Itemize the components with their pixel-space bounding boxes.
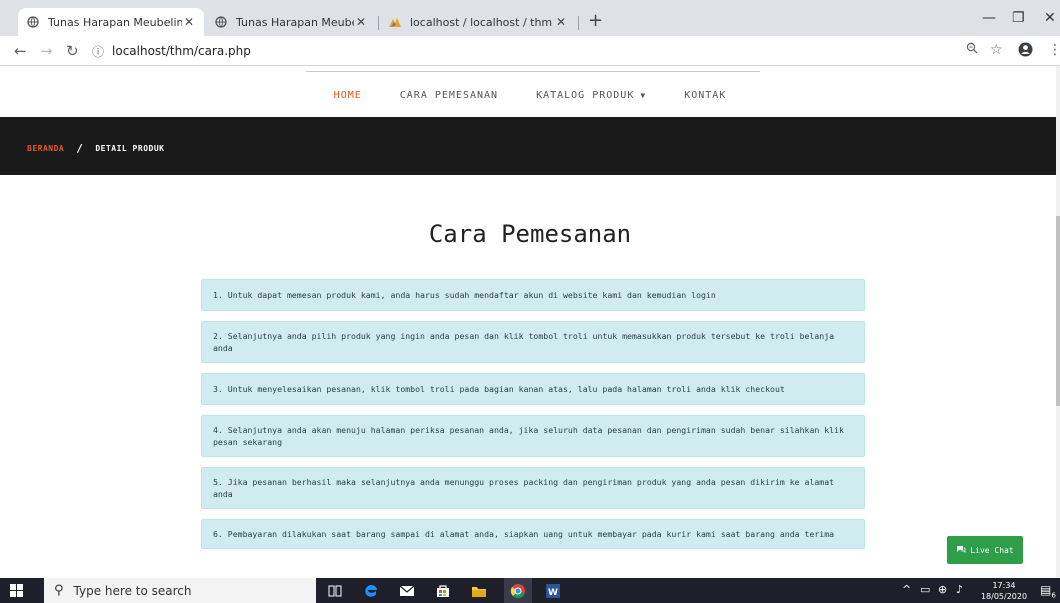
bookmark-star-icon[interactable]: ☆	[990, 42, 1003, 58]
nav-home[interactable]: HOME	[334, 90, 362, 101]
browser-tab-3[interactable]: localhost / localhost / thm / surv ✕	[380, 8, 576, 36]
steps-list: 1. Untuk dapat memesan produk kami, anda…	[201, 279, 865, 559]
windows-start-icon[interactable]	[10, 584, 24, 598]
volume-icon[interactable]: ♪	[956, 583, 963, 596]
main-nav: HOME CARA PEMESANAN KATALOG PRODUK ▼ KONT…	[0, 90, 1060, 101]
address-bar[interactable]: ⓘ localhost/thm/cara.php	[92, 40, 952, 62]
divider	[306, 71, 760, 72]
windows-taskbar: ⚲ Type here to search W ^ ▭ ⊕ ♪ 17:34 18…	[0, 578, 1060, 603]
tab-separator	[378, 16, 379, 30]
taskbar-search-input[interactable]: ⚲ Type here to search	[44, 578, 316, 603]
nav-katalog-produk[interactable]: KATALOG PRODUK ▼	[536, 90, 646, 101]
close-icon[interactable]: ✕	[554, 15, 568, 29]
step-item: 3. Untuk menyelesaikan pesanan, klik tom…	[201, 373, 865, 405]
clock-date: 18/05/2020	[980, 592, 1028, 601]
step-item: 2. Selanjutnya anda pilih produk yang in…	[201, 321, 865, 363]
nav-katalog-label: KATALOG PRODUK	[536, 90, 635, 101]
search-icon: ⚲	[54, 583, 64, 598]
battery-icon[interactable]: ▭	[920, 583, 930, 596]
step-item: 4. Selanjutnya anda akan menuju halaman …	[201, 415, 865, 457]
step-item: 6. Pembayaran dilakukan saat barang samp…	[201, 519, 865, 549]
step-item: 1. Untuk dapat memesan produk kami, anda…	[201, 279, 865, 311]
breadcrumb-separator: /	[76, 142, 84, 155]
browser-tab-1[interactable]: Tunas Harapan Meubelindo ✕	[18, 8, 204, 36]
tab-separator	[578, 16, 579, 30]
browser-toolbar: ← → ↻ ⓘ localhost/thm/cara.php ☆ ⋮	[0, 36, 1060, 66]
live-chat-label: Live Chat	[970, 545, 1014, 555]
minimize-icon[interactable]: —	[982, 10, 996, 26]
close-icon[interactable]: ✕	[354, 15, 368, 29]
step-item: 5. Jika pesanan berhasil maka selanjutny…	[201, 467, 865, 509]
web-page: HOME CARA PEMESANAN KATALOG PRODUK ▼ KONT…	[0, 66, 1060, 578]
file-explorer-icon[interactable]	[470, 582, 488, 600]
edge-browser-icon[interactable]	[362, 582, 380, 600]
notification-count: 6	[1051, 591, 1056, 600]
restore-icon[interactable]: ❐	[1012, 10, 1025, 26]
store-icon[interactable]	[434, 582, 452, 600]
page-banner: BERANDA / DETAIL PRODUK	[0, 117, 1060, 175]
tab-title: Tunas Harapan Meubelindo	[236, 15, 354, 29]
page-title: Cara Pemesanan	[428, 220, 632, 248]
nav-cara-pemesanan[interactable]: CARA PEMESANAN	[400, 90, 498, 101]
back-arrow-icon[interactable]: ←	[14, 42, 27, 60]
caret-down-icon: ▼	[640, 91, 647, 100]
chrome-icon[interactable]	[504, 578, 532, 603]
live-chat-button[interactable]: Live Chat	[947, 536, 1023, 564]
page-scrollbar[interactable]	[1056, 66, 1060, 578]
tab-title: localhost / localhost / thm / surv	[410, 15, 554, 29]
breadcrumb-current: DETAIL PRODUK	[95, 144, 165, 153]
browser-tab-strip: Tunas Harapan Meubelindo ✕ Tunas Harapan…	[0, 0, 1060, 36]
breadcrumb-home[interactable]: BERANDA	[27, 144, 64, 153]
forward-arrow-icon[interactable]: →	[40, 42, 53, 60]
task-view-icon[interactable]	[326, 582, 344, 600]
zoom-icon[interactable]	[966, 42, 978, 58]
browser-tab-2[interactable]: Tunas Harapan Meubelindo ✕	[206, 8, 376, 36]
taskbar-search-placeholder: Type here to search	[73, 583, 192, 598]
phpmyadmin-icon	[388, 15, 402, 29]
svg-text:W: W	[548, 588, 558, 598]
breadcrumb: BERANDA / DETAIL PRODUK	[27, 142, 164, 155]
close-icon[interactable]: ✕	[182, 15, 196, 29]
notification-center-icon[interactable]: ▤6	[1040, 583, 1056, 599]
new-tab-plus-icon[interactable]: +	[588, 10, 603, 31]
tray-chevron-up-icon[interactable]: ^	[902, 583, 911, 596]
window-close-icon[interactable]: ✕	[1044, 10, 1056, 26]
taskbar-clock[interactable]: 17:34 18/05/2020	[978, 580, 1030, 602]
chat-bubble-icon	[956, 545, 966, 555]
scrollbar-thumb[interactable]	[1056, 216, 1060, 406]
network-icon[interactable]: ⊕	[938, 583, 947, 596]
mail-icon[interactable]	[398, 582, 416, 600]
globe-icon	[26, 15, 40, 29]
clock-time: 17:34	[992, 581, 1016, 590]
globe-icon	[214, 15, 228, 29]
reload-icon[interactable]: ↻	[66, 42, 79, 60]
account-avatar-icon[interactable]	[1018, 42, 1033, 61]
tab-title: Tunas Harapan Meubelindo	[48, 15, 182, 29]
url-text: localhost/thm/cara.php	[112, 44, 251, 58]
menu-dots-icon[interactable]: ⋮	[1048, 42, 1060, 58]
info-icon[interactable]: ⓘ	[92, 43, 104, 60]
nav-kontak[interactable]: KONTAK	[684, 90, 726, 101]
word-icon[interactable]: W	[544, 582, 562, 600]
